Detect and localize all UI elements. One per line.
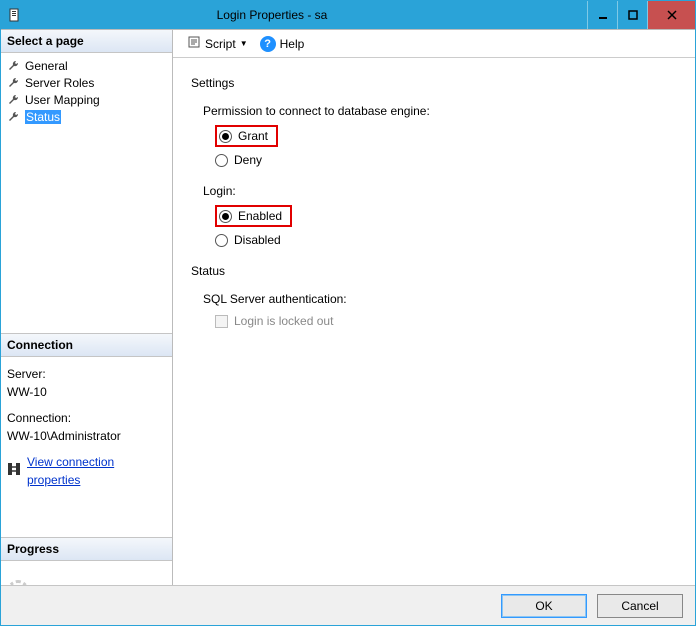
help-icon: ?: [260, 36, 276, 52]
view-connection-properties-link[interactable]: View connection properties: [27, 453, 166, 489]
window-buttons: [587, 1, 695, 29]
sidebar-item-label: Status: [25, 110, 61, 124]
radio-deny-label: Deny: [234, 153, 262, 167]
wrench-icon: [7, 93, 21, 107]
sidebar-item-server-roles[interactable]: Server Roles: [1, 74, 172, 91]
sidebar-item-label: General: [25, 59, 68, 73]
server-value: WW-10: [7, 383, 166, 401]
sql-auth-label: SQL Server authentication:: [203, 292, 677, 306]
script-label: Script: [205, 37, 236, 51]
settings-heading: Settings: [191, 76, 677, 90]
sidebar: Select a page General Server Roles User …: [1, 30, 173, 585]
chevron-down-icon[interactable]: ▼: [240, 39, 248, 48]
sidebar-item-general[interactable]: General: [1, 57, 172, 74]
radio-deny[interactable]: [215, 154, 228, 167]
radio-enabled[interactable]: [219, 210, 232, 223]
locked-out-row: Login is locked out: [215, 314, 677, 328]
radio-grant[interactable]: [219, 130, 232, 143]
radio-disabled-label: Disabled: [234, 233, 281, 247]
select-page-header: Select a page: [1, 30, 172, 53]
connection-panel: Connection Server: WW-10 Connection: WW-…: [1, 333, 172, 537]
help-button[interactable]: ? Help: [256, 34, 309, 54]
enabled-highlight: Enabled: [215, 205, 292, 227]
sidebar-item-label: User Mapping: [25, 93, 100, 107]
script-icon: [187, 35, 201, 52]
connection-content: Server: WW-10 Connection: WW-10\Administ…: [1, 357, 172, 537]
maximize-button[interactable]: [617, 1, 647, 29]
script-button[interactable]: Script ▼: [183, 33, 252, 54]
connection-label: Connection:: [7, 409, 166, 427]
toolbar: Script ▼ ? Help: [173, 30, 695, 58]
connection-properties-icon: [7, 462, 21, 481]
locked-out-label: Login is locked out: [234, 314, 333, 328]
close-button[interactable]: [647, 1, 695, 29]
server-label: Server:: [7, 365, 166, 383]
help-label: Help: [280, 37, 305, 51]
minimize-button[interactable]: [587, 1, 617, 29]
radio-disabled[interactable]: [215, 234, 228, 247]
cancel-button[interactable]: Cancel: [597, 594, 683, 618]
grant-highlight: Grant: [215, 125, 278, 147]
radio-enabled-label: Enabled: [238, 209, 282, 223]
permission-label: Permission to connect to database engine…: [203, 104, 677, 118]
radio-grant-label: Grant: [238, 129, 268, 143]
sidebar-item-label: Server Roles: [25, 76, 94, 90]
window-title: Login Properties - sa: [0, 8, 587, 22]
connection-header: Connection: [1, 334, 172, 357]
content-area: Settings Permission to connect to databa…: [173, 58, 695, 585]
progress-header: Progress: [1, 538, 172, 561]
body: Select a page General Server Roles User …: [1, 29, 695, 585]
wrench-icon: [7, 59, 21, 73]
status-heading: Status: [191, 264, 677, 278]
titlebar[interactable]: Login Properties - sa: [1, 1, 695, 29]
login-label: Login:: [203, 184, 677, 198]
sidebar-item-status[interactable]: Status: [1, 108, 172, 125]
page-list: General Server Roles User Mapping Status: [1, 53, 172, 333]
sidebar-item-user-mapping[interactable]: User Mapping: [1, 91, 172, 108]
footer: OK Cancel: [1, 585, 695, 625]
ok-button[interactable]: OK: [501, 594, 587, 618]
connection-value: WW-10\Administrator: [7, 427, 166, 445]
wrench-icon: [7, 110, 21, 124]
login-properties-window: Login Properties - sa Select a page Gene…: [0, 0, 696, 626]
main-panel: Script ▼ ? Help Settings Permission to c…: [173, 30, 695, 585]
locked-out-checkbox: [215, 315, 228, 328]
wrench-icon: [7, 76, 21, 90]
